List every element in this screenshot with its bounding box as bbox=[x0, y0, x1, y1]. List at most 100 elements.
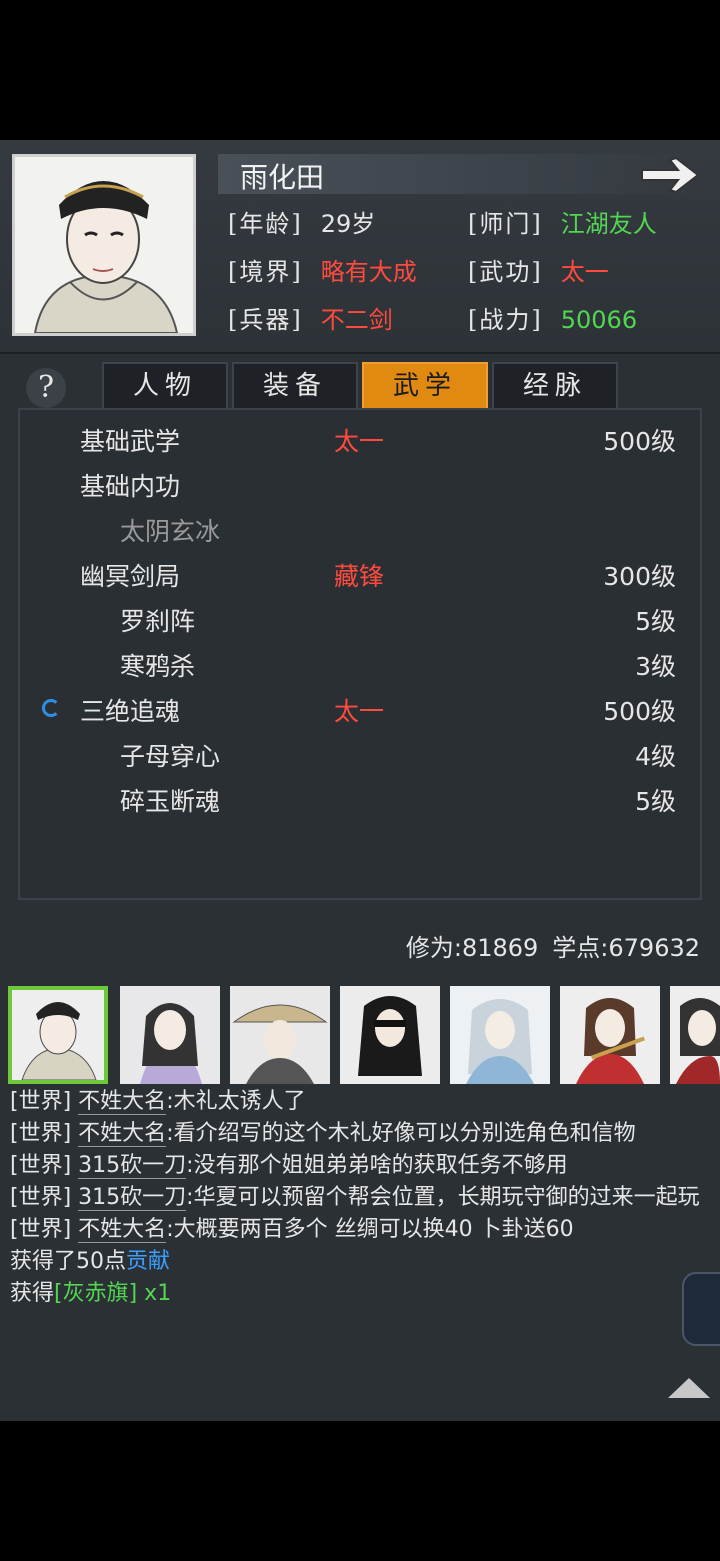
roster-card-selected[interactable] bbox=[8, 986, 108, 1084]
realm-row: [境界] 略有大成 bbox=[228, 252, 417, 287]
item-count: x1 bbox=[137, 1281, 172, 1306]
portrait-thumb bbox=[12, 990, 104, 1080]
system-message-contribution: 获得了50点贡献 bbox=[10, 1246, 710, 1278]
martial-label: [武功] bbox=[468, 258, 543, 286]
portrait-thumb bbox=[340, 986, 440, 1084]
skill-row[interactable]: 罗刹阵 5级 bbox=[20, 598, 700, 642]
chat-message: [世界] 315砍一刀:没有那个姐姐弟弟啥的获取任务不够用 bbox=[10, 1150, 710, 1182]
skill-level: 3级 bbox=[635, 652, 676, 681]
chat-message: [世界] 不姓大名:大概要两百多个 丝绸可以换40 卜卦送60 bbox=[10, 1214, 710, 1246]
skill-row[interactable]: 子母穿心 4级 bbox=[20, 733, 700, 777]
portrait-thumb bbox=[670, 986, 720, 1084]
chat-message: [世界] 315砍一刀:华夏可以预留个帮会位置，长期玩守御的过来一起玩 bbox=[10, 1182, 710, 1214]
chat-channel: [世界] bbox=[10, 1185, 72, 1210]
age-value: 29岁 bbox=[320, 210, 376, 238]
loading-spinner-icon bbox=[42, 699, 60, 717]
power-row: [战力] 50066 bbox=[468, 300, 637, 335]
skill-row[interactable]: 寒鸦杀 3级 bbox=[20, 643, 700, 687]
tab-character[interactable]: 人物 bbox=[102, 362, 228, 410]
gain-text: 获得了50点 bbox=[10, 1249, 126, 1274]
skill-row[interactable]: 三绝追魂 太一 500级 bbox=[20, 688, 700, 732]
stats-bar: 修为:81869 学点:679632 bbox=[406, 928, 700, 963]
roster-card[interactable] bbox=[560, 986, 660, 1084]
skill-name: 幽冥剑局 bbox=[80, 562, 181, 591]
character-panel: 雨化田 [年龄] 29岁 [师门] 江湖友人 [境界] 略有大成 [武功] 太一 [兵器… bbox=[0, 140, 720, 1421]
chat-speaker[interactable]: 不姓大名 bbox=[78, 1217, 167, 1243]
skill-level: 300级 bbox=[603, 562, 676, 591]
age-row: [年龄] 29岁 bbox=[228, 204, 375, 239]
skill-row[interactable]: 幽冥剑局 藏锋 300级 bbox=[20, 553, 700, 597]
character-roster bbox=[0, 980, 720, 1088]
skill-name: 太阴玄冰 bbox=[120, 517, 221, 546]
help-button[interactable]: ? bbox=[26, 368, 66, 408]
skill-name: 罗刹阵 bbox=[120, 607, 196, 636]
chat-speaker[interactable]: 不姓大名 bbox=[78, 1121, 167, 1147]
skill-level: 5级 bbox=[635, 787, 676, 816]
realm-value: 略有大成 bbox=[320, 258, 417, 286]
chat-text: :大概要两百多个 丝绸可以换40 卜卦送60 bbox=[166, 1217, 574, 1242]
roster-card[interactable] bbox=[450, 986, 550, 1084]
weapon-row: [兵器] 不二剑 bbox=[228, 300, 393, 335]
skill-row[interactable]: 基础武学 太一 500级 bbox=[20, 418, 700, 462]
chat-channel: [世界] bbox=[10, 1153, 72, 1178]
sect-row: [师门] 江湖友人 bbox=[468, 204, 657, 239]
sect-value: 江湖友人 bbox=[560, 210, 657, 238]
skill-name: 基础武学 bbox=[80, 427, 181, 456]
skill-row[interactable]: 碎玉断魂 5级 bbox=[20, 778, 700, 822]
skill-level: 4级 bbox=[635, 742, 676, 771]
skill-name: 寒鸦杀 bbox=[120, 652, 196, 681]
skill-style: 太一 bbox=[334, 697, 385, 726]
chat-log: [世界] 不姓大名:木礼太诱人了 [世界] 不姓大名:看介绍写的这个木礼好像可以… bbox=[10, 1086, 710, 1310]
roster-card[interactable] bbox=[120, 986, 220, 1084]
skill-row[interactable]: 基础内功 bbox=[20, 463, 700, 507]
contribution-link[interactable]: 贡献 bbox=[126, 1249, 170, 1274]
portrait-thumb bbox=[450, 986, 550, 1084]
name-bar: 雨化田 bbox=[218, 154, 708, 194]
arrow-right-icon bbox=[641, 156, 700, 194]
expand-chat-icon[interactable] bbox=[668, 1378, 710, 1398]
chat-speaker[interactable]: 315砍一刀 bbox=[78, 1185, 187, 1211]
skill-style: 太一 bbox=[334, 427, 385, 456]
side-menu-handle[interactable] bbox=[682, 1272, 720, 1346]
tab-meridians[interactable]: 经脉 bbox=[492, 362, 618, 410]
chat-text: :华夏可以预留个帮会位置，长期玩守御的过来一起玩 bbox=[186, 1185, 700, 1210]
skill-row[interactable]: 太阴玄冰 bbox=[20, 508, 700, 552]
gain-text: 获得 bbox=[10, 1281, 55, 1306]
chat-channel: [世界] bbox=[10, 1217, 72, 1242]
skill-level: 5级 bbox=[635, 607, 676, 636]
chat-message: [世界] 不姓大名:看介绍写的这个木礼好像可以分别选角色和信物 bbox=[10, 1118, 710, 1150]
skill-name: 三绝追魂 bbox=[80, 697, 181, 726]
chat-speaker[interactable]: 不姓大名 bbox=[78, 1089, 167, 1115]
chat-channel: [世界] bbox=[10, 1089, 72, 1114]
portrait-thumb bbox=[560, 986, 660, 1084]
martial-value: 太一 bbox=[560, 258, 609, 286]
portrait-illustration bbox=[15, 157, 193, 333]
power-label: [战力] bbox=[468, 306, 543, 334]
character-name: 雨化田 bbox=[240, 161, 325, 194]
skill-name: 碎玉断魂 bbox=[120, 787, 221, 816]
tab-martial-arts[interactable]: 武学 bbox=[362, 362, 488, 410]
chat-channel: [世界] bbox=[10, 1121, 72, 1146]
age-label: [年龄] bbox=[228, 210, 303, 238]
system-message-item: 获得[灰赤旗] x1 bbox=[10, 1278, 710, 1310]
portrait-thumb bbox=[230, 986, 330, 1084]
weapon-value: 不二剑 bbox=[320, 306, 393, 334]
item-link[interactable]: [灰赤旗] bbox=[54, 1281, 137, 1306]
next-character-button[interactable] bbox=[638, 156, 702, 194]
character-header: 雨化田 [年龄] 29岁 [师门] 江湖友人 [境界] 略有大成 [武功] 太一 [兵器… bbox=[0, 140, 720, 354]
martial-row: [武功] 太一 bbox=[468, 252, 609, 287]
tab-equipment[interactable]: 装备 bbox=[232, 362, 358, 410]
chat-speaker[interactable]: 315砍一刀 bbox=[78, 1153, 187, 1179]
skill-level: 500级 bbox=[603, 427, 676, 456]
portrait-thumb bbox=[120, 986, 220, 1084]
power-value: 50066 bbox=[560, 306, 638, 334]
chat-message: [世界] 不姓大名:木礼太诱人了 bbox=[10, 1086, 710, 1118]
skill-style: 藏锋 bbox=[334, 562, 385, 591]
roster-card[interactable] bbox=[670, 986, 720, 1084]
weapon-label: [兵器] bbox=[228, 306, 303, 334]
roster-card[interactable] bbox=[340, 986, 440, 1084]
chat-text: :没有那个姐姐弟弟啥的获取任务不够用 bbox=[186, 1153, 568, 1178]
character-portrait bbox=[12, 154, 196, 336]
realm-label: [境界] bbox=[228, 258, 303, 286]
roster-card[interactable] bbox=[230, 986, 330, 1084]
